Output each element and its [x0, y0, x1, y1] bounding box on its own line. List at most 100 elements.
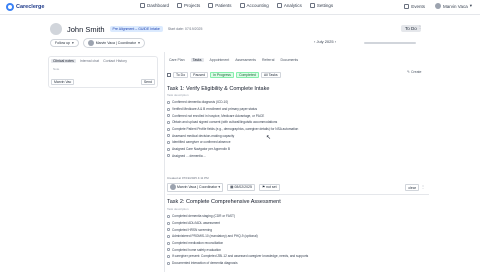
chevron-right-icon[interactable]: ›: [335, 39, 336, 44]
chevron-down-icon: ▾: [469, 3, 472, 8]
list-item[interactable]: Administered PROMIS-10 (mandatory) and P…: [167, 233, 308, 240]
checkbox[interactable]: [167, 134, 170, 138]
tab-internal-chat[interactable]: Internal chat: [80, 59, 99, 63]
note-author-select[interactable]: Marvin Vac: [51, 79, 75, 85]
timeline-slider[interactable]: [364, 42, 416, 44]
list-item[interactable]: Completed medication reconciliation: [167, 240, 308, 247]
users-icon: [208, 3, 214, 8]
care-panel: Care Plan Tasks Appointment Assessments …: [164, 52, 430, 272]
checkbox[interactable]: [167, 100, 170, 104]
list-item[interactable]: Completed home safety evaluation: [167, 246, 308, 253]
list-item[interactable]: Identified caregiver or confirmed absenc…: [167, 139, 298, 146]
nav-analytics[interactable]: Analytics: [276, 3, 302, 8]
gear-icon: [309, 3, 315, 8]
user-menu[interactable]: Marvin Vaca ▾: [435, 3, 472, 9]
grid-icon: [140, 3, 145, 8]
nav-label: Dashboard: [147, 3, 170, 8]
nav-projects[interactable]: Projects: [177, 3, 200, 8]
tab-contact-history[interactable]: Contact History: [103, 59, 127, 63]
task-filter-bar: To Do Paused In Progress Completed All T…: [167, 70, 431, 79]
list-item[interactable]: Completed HRSN screening: [167, 226, 308, 233]
item-label: Completed medication reconciliation: [172, 241, 224, 246]
checkbox[interactable]: [167, 154, 170, 158]
priority-select[interactable]: ⚑ not set: [258, 183, 280, 191]
filter-todo[interactable]: To Do: [173, 71, 189, 78]
nav-settings[interactable]: Settings: [309, 3, 333, 8]
list-item[interactable]: Verified Medicare A & B enrollment and p…: [167, 106, 298, 113]
checkbox[interactable]: [167, 214, 170, 218]
nav-patients[interactable]: Patients: [208, 3, 232, 8]
item-label: Documented interaction of dementia diagn…: [172, 261, 238, 266]
tab-care-plan[interactable]: Care Plan: [169, 58, 185, 62]
checkbox[interactable]: [167, 127, 170, 131]
task-1-actions: clear ⋮: [405, 184, 425, 191]
item-label: Confirmed dementia diagnosis (ICD-10): [172, 100, 229, 105]
task-status-select[interactable]: clear: [405, 184, 419, 191]
nav-accounting[interactable]: Accounting: [239, 3, 269, 8]
task-1-created: Created at 07/19/2025 4:11 PM: [167, 176, 209, 180]
list-item[interactable]: Completed dementia staging (CDR or FAST): [167, 213, 308, 220]
events-button[interactable]: Events: [404, 3, 426, 9]
send-button[interactable]: Send: [140, 79, 155, 85]
events-label: Events: [411, 3, 426, 9]
list-item[interactable]: Documented interaction of dementia diagn…: [167, 260, 308, 267]
due-date: 08/02/2025: [234, 185, 252, 189]
filter-in-progress[interactable]: In Progress: [210, 71, 234, 78]
more-options-icon[interactable]: ⋮: [418, 24, 422, 29]
list-item[interactable]: Confirmed dementia diagnosis (ICD-10): [167, 99, 298, 106]
create-task-button[interactable]: ✎ Create: [407, 70, 421, 74]
assignee-select[interactable]: Marvin Vaca | Coordinator ▾: [82, 37, 145, 48]
tab-appointment[interactable]: Appointment: [210, 58, 230, 62]
filter-paused[interactable]: Paused: [190, 71, 209, 78]
checkbox[interactable]: [167, 147, 170, 151]
tab-tasks[interactable]: Tasks: [190, 58, 204, 62]
checkbox[interactable]: [167, 261, 170, 265]
list-item[interactable]: Confirmed not enrolled in hospice, Medic…: [167, 112, 298, 119]
task-assignee-select[interactable]: Marvin Vaca | Coordinator ▾: [167, 182, 224, 192]
tab-assessments[interactable]: Assessments: [235, 58, 256, 62]
patient-name: John Smith: [67, 24, 105, 34]
checkbox[interactable]: [167, 114, 170, 118]
list-item[interactable]: Complete Patient Profile fields (e.g., d…: [167, 126, 298, 133]
more-options-icon[interactable]: ⋮: [421, 184, 425, 191]
notes-tabs: Clinical notes Internal chat Contact His…: [49, 57, 157, 65]
month-selector[interactable]: ‹ July 2025 ›: [314, 39, 336, 44]
top-navigation-bar: Careclerge Dashboard Projects Patients A…: [0, 0, 480, 15]
checkbox[interactable]: [167, 107, 170, 111]
list-item[interactable]: Completed ADL/IADL assessment: [167, 220, 308, 227]
checkbox[interactable]: [167, 248, 170, 252]
list-item[interactable]: Assessed medical decision-making capacit…: [167, 132, 298, 139]
filter-icon[interactable]: [167, 72, 171, 77]
app-logo[interactable]: Careclerge: [6, 3, 44, 11]
task-1-assign-row: Marvin Vaca | Coordinator ▾ ▦ 08/02/2025 ⚑…: [167, 182, 429, 192]
checkbox[interactable]: [167, 140, 170, 144]
list-item[interactable]: If caregiver present: Completed ZBI-12 a…: [167, 253, 308, 260]
list-item[interactable]: Obtain and upload signed consent (with c…: [167, 119, 298, 126]
item-label: If caregiver present: Completed ZBI-12 a…: [172, 254, 309, 259]
checkbox[interactable]: [167, 120, 170, 124]
avatar: [170, 184, 176, 190]
checkbox[interactable]: [167, 228, 170, 232]
follow-up-select[interactable]: Follow up ▾: [50, 38, 79, 47]
follow-up-label: Follow up: [55, 40, 70, 45]
top-right-actions: Events Marvin Vaca ▾: [404, 3, 472, 9]
main-nav: Dashboard Projects Patients Accounting A…: [140, 3, 333, 8]
checkbox[interactable]: [167, 254, 170, 258]
list-item[interactable]: Assigned Care Navigator per Appendix B: [167, 146, 298, 153]
note-input[interactable]: Note: [49, 65, 157, 73]
checkbox[interactable]: [167, 221, 170, 225]
checkbox[interactable]: [167, 241, 170, 245]
filter-all[interactable]: All Tasks: [260, 71, 281, 78]
tab-referral[interactable]: Referral: [262, 58, 274, 62]
filter-completed[interactable]: Completed: [235, 71, 259, 78]
assignee-label: Marvin Vaca | Coordinator: [95, 40, 137, 45]
checkbox[interactable]: [167, 234, 170, 238]
tab-documents[interactable]: Documents: [280, 58, 298, 62]
tab-clinical-notes[interactable]: Clinical notes: [51, 59, 76, 63]
chevron-down-icon: ▾: [218, 185, 221, 189]
list-item[interactable]: Assigned ... dementia ...: [167, 153, 298, 160]
nav-dashboard[interactable]: Dashboard: [140, 3, 169, 8]
item-label: Identified caregiver or confirmed absenc…: [172, 140, 231, 145]
due-date-picker[interactable]: ▦ 08/02/2025: [227, 183, 255, 191]
bell-icon: [404, 3, 410, 9]
